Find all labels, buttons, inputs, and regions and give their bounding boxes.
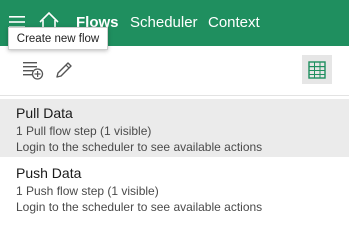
pencil-icon[interactable] [52,58,76,82]
create-flow-tooltip: Create new flow [8,27,108,50]
flow-name: Pull Data [16,105,73,121]
flow-name: Push Data [16,165,82,181]
flow-item-push-data[interactable]: Push Data 1 Push flow step (1 visible) L… [0,159,349,217]
tab-scheduler[interactable]: Scheduler [130,14,198,32]
tab-context[interactable]: Context [208,14,260,32]
table-view-icon[interactable] [302,55,332,84]
flow-login-hint: Login to the scheduler to see available … [16,200,263,214]
add-flow-icon[interactable] [20,58,46,82]
flow-step-count: 1 Pull flow step (1 visible) [16,124,152,138]
flow-step-count: 1 Push flow step (1 visible) [16,184,159,198]
flow-item-pull-data[interactable]: Pull Data 1 Pull flow step (1 visible) L… [0,99,349,157]
flow-login-hint: Login to the scheduler to see available … [16,140,263,154]
